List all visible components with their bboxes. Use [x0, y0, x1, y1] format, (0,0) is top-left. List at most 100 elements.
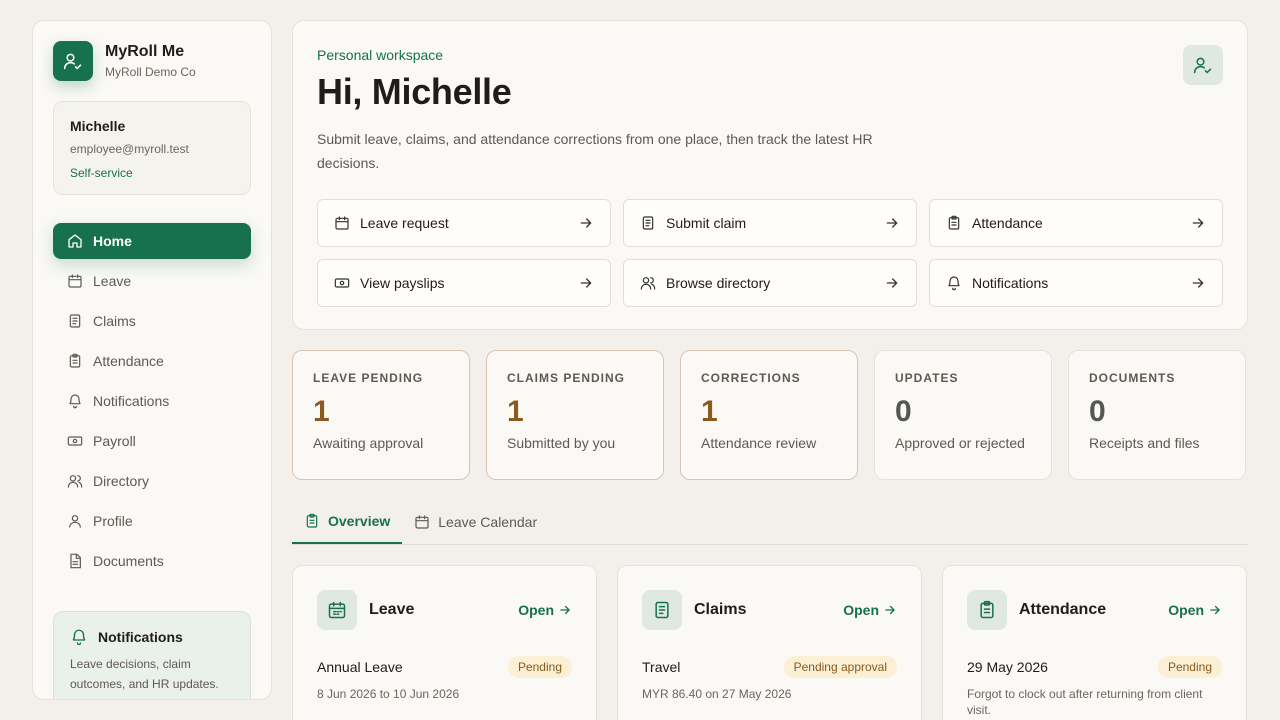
stat-value: 1 [507, 395, 524, 428]
sidebar-item-profile[interactable]: Profile [53, 503, 251, 539]
app-title: MyRoll Me [105, 43, 185, 60]
tab-overview[interactable]: Overview [292, 500, 403, 544]
page-description: Submit leave, claims, and attendance cor… [317, 131, 873, 171]
user-check-icon[interactable] [1183, 45, 1223, 85]
open-attendance-link[interactable]: Open [1168, 602, 1222, 618]
calendar-icon [317, 590, 357, 630]
arrow-right-icon [1190, 215, 1206, 231]
claims-card: Claims Open Travel Pending approval MYR … [617, 565, 922, 720]
sidebar-item-label: Payroll [93, 433, 136, 449]
arrow-right-icon [1190, 275, 1206, 291]
receipt-icon [642, 590, 682, 630]
stat-label: UPDATES [895, 371, 959, 385]
card-title: Attendance [1019, 601, 1107, 618]
clipboard-icon [304, 513, 320, 529]
sidebar-item-label: Notifications [93, 393, 170, 409]
brand: MyRoll Me MyRoll Demo Co [53, 41, 251, 81]
document-icon [67, 553, 83, 569]
submit-claim-button[interactable]: Submit claim [623, 199, 917, 247]
stat-card-documents[interactable]: DOCUMENTS 0 Receipts and files [1068, 350, 1246, 480]
item-detail: Forgot to clock out after returning from… [967, 687, 1203, 717]
sidebar-item-home[interactable]: Home [53, 223, 251, 259]
item-detail: MYR 86.40 on 27 May 2026 [642, 687, 792, 701]
sidebar-item-label: Claims [93, 313, 136, 329]
quick-actions: Leave request Submit claim Attendance Vi… [317, 199, 1223, 307]
user-check-icon [53, 41, 93, 81]
leave-request-button[interactable]: Leave request [317, 199, 611, 247]
workspace-label: Personal workspace [317, 47, 444, 63]
tab-label: Overview [328, 513, 391, 529]
stat-value: 0 [1089, 395, 1106, 428]
calendar-icon [414, 514, 430, 530]
summary-stats: LEAVE PENDING 1 Awaiting approval CLAIMS… [292, 350, 1246, 480]
user-card: Michelle employee@myroll.test Self-servi… [53, 101, 251, 195]
stat-label: DOCUMENTS [1089, 371, 1176, 385]
sidebar-item-payroll[interactable]: Payroll [53, 423, 251, 459]
sidebar-item-documents[interactable]: Documents [53, 543, 251, 579]
stat-card-leave-pending[interactable]: LEAVE PENDING 1 Awaiting approval [292, 350, 470, 480]
stat-card-claims-pending[interactable]: CLAIMS PENDING 1 Submitted by you [486, 350, 664, 480]
action-label: Submit claim [666, 215, 747, 231]
clipboard-icon [946, 215, 962, 231]
open-claims-link[interactable]: Open [843, 602, 897, 618]
company-name: MyRoll Demo Co [105, 65, 196, 79]
arrow-right-icon [558, 603, 572, 617]
view-tabs: Overview Leave Calendar [292, 500, 1248, 545]
open-label: Open [843, 602, 879, 618]
sidebar-item-attendance[interactable]: Attendance [53, 343, 251, 379]
users-icon [640, 275, 656, 291]
user-role: Self-service [70, 166, 133, 180]
stat-value: 1 [313, 395, 330, 428]
stat-label: CLAIMS PENDING [507, 371, 626, 385]
action-label: Attendance [972, 215, 1043, 231]
browse-directory-button[interactable]: Browse directory [623, 259, 917, 307]
card-title: Claims [694, 601, 747, 618]
stat-value: 0 [895, 395, 912, 428]
stat-value: 1 [701, 395, 718, 428]
arrow-right-icon [1208, 603, 1222, 617]
status-badge: Pending [507, 656, 572, 678]
arrow-right-icon [884, 275, 900, 291]
sidebar-item-label: Leave [93, 273, 132, 289]
user-icon [67, 513, 83, 529]
sidebar: MyRoll Me MyRoll Demo Co Michelle employ… [32, 20, 272, 700]
open-leave-link[interactable]: Open [518, 602, 572, 618]
page-title: Hi, Michelle [317, 71, 512, 112]
stat-caption: Approved or rejected [895, 435, 1025, 451]
stat-caption: Awaiting approval [313, 435, 424, 451]
notifications-button[interactable]: Notifications [929, 259, 1223, 307]
status-badge: Pending approval [783, 656, 897, 678]
stat-card-corrections[interactable]: CORRECTIONS 1 Attendance review [680, 350, 858, 480]
stat-card-updates[interactable]: UPDATES 0 Approved or rejected [874, 350, 1052, 480]
stat-caption: Receipts and files [1089, 435, 1200, 451]
sidebar-item-label: Documents [93, 553, 164, 569]
sidebar-item-claims[interactable]: Claims [53, 303, 251, 339]
sidebar-item-notifications[interactable]: Notifications [53, 383, 251, 419]
user-email: employee@myroll.test [70, 142, 189, 156]
leave-card: Leave Open Annual Leave Pending 8 Jun 20… [292, 565, 597, 720]
sidebar-item-leave[interactable]: Leave [53, 263, 251, 299]
action-label: Notifications [972, 275, 1049, 291]
view-payslips-button[interactable]: View payslips [317, 259, 611, 307]
user-name: Michelle [70, 118, 126, 134]
sidebar-item-label: Profile [93, 513, 133, 529]
receipt-icon [67, 313, 83, 329]
bell-icon [70, 628, 88, 646]
open-label: Open [518, 602, 554, 618]
tab-leave-calendar[interactable]: Leave Calendar [402, 500, 549, 544]
calendar-icon [334, 215, 350, 231]
sidebar-nav: Home Leave Claims Attendance Notificatio… [53, 223, 251, 579]
stat-caption: Attendance review [701, 435, 817, 451]
arrow-right-icon [884, 215, 900, 231]
welcome-panel: Personal workspace Hi, Michelle Submit l… [292, 20, 1248, 330]
status-badge: Pending [1157, 656, 1222, 678]
calendar-icon [67, 273, 83, 289]
sidebar-item-directory[interactable]: Directory [53, 463, 251, 499]
banknote-icon [334, 275, 350, 291]
tab-label: Leave Calendar [438, 514, 538, 530]
item-detail: 8 Jun 2026 to 10 Jun 2026 [317, 687, 460, 701]
open-label: Open [1168, 602, 1204, 618]
clipboard-icon [967, 590, 1007, 630]
stat-label: LEAVE PENDING [313, 371, 424, 385]
attendance-button[interactable]: Attendance [929, 199, 1223, 247]
